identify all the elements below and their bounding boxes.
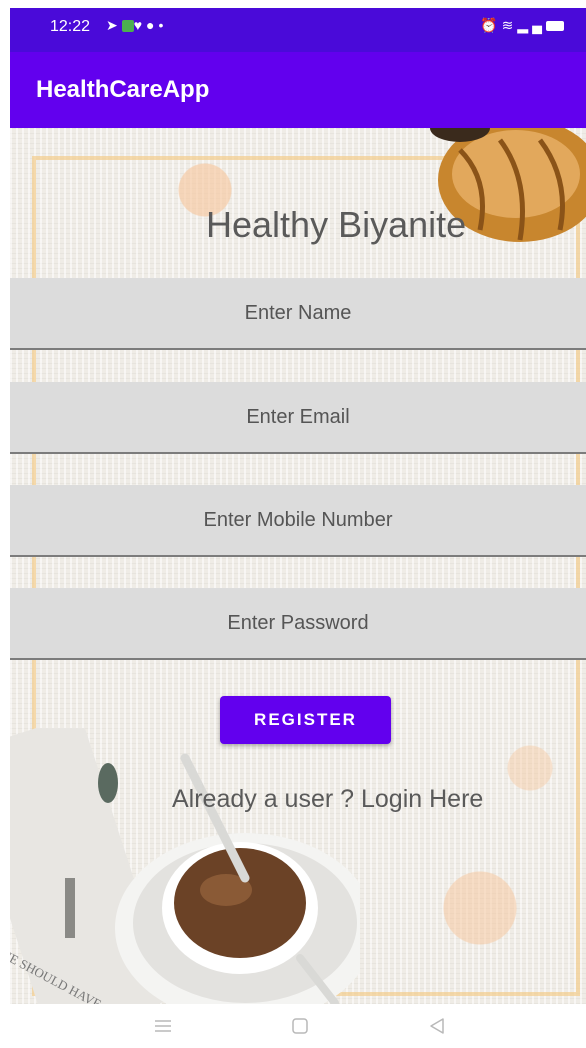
password-input[interactable] <box>10 587 586 659</box>
app-title: HealthCareApp <box>36 76 210 103</box>
status-time: 12:22 <box>50 18 91 35</box>
alarm-icon: ⏰ <box>480 17 502 33</box>
page-title: Healthy Biyanite <box>206 204 467 245</box>
home-square-icon[interactable] <box>285 1012 315 1040</box>
location-icon: ♥ <box>133 17 147 33</box>
email-field <box>10 381 586 454</box>
email-input[interactable] <box>10 381 586 453</box>
signal-icon: ▂▄ <box>517 17 546 33</box>
status-bar: 12:22 ➤ ♥●• ⏰≋▂▄ <box>10 8 586 52</box>
register-screen: NE SHOULD HAVE A F Healthy Biyanite REGI… <box>10 128 586 1004</box>
mobile-field <box>10 484 586 557</box>
navigation-bar <box>0 1004 586 1048</box>
coffee-cup-image: NE SHOULD HAVE A F <box>10 728 360 1004</box>
app-bar: HealthCareApp <box>10 52 586 128</box>
login-link[interactable]: Already a user ? Login Here <box>172 785 483 814</box>
circle-icon: ● <box>146 17 159 33</box>
dot-icon: • <box>158 17 168 33</box>
name-field <box>10 277 586 350</box>
system-icons: ⏰≋▂▄ <box>480 17 564 34</box>
wifi-icon: ≋ <box>501 17 518 33</box>
battery-icon <box>546 21 564 32</box>
app-icon <box>121 20 134 33</box>
register-button[interactable]: REGISTER <box>220 696 391 744</box>
telegram-icon: ➤ <box>106 17 122 33</box>
password-field <box>10 587 586 660</box>
back-triangle-icon[interactable] <box>422 1012 452 1040</box>
mobile-input[interactable] <box>10 484 586 556</box>
notification-icons: ➤ ♥●• <box>106 17 167 34</box>
bread-image <box>430 128 586 242</box>
menu-icon[interactable] <box>148 1012 178 1040</box>
name-input[interactable] <box>10 277 586 349</box>
